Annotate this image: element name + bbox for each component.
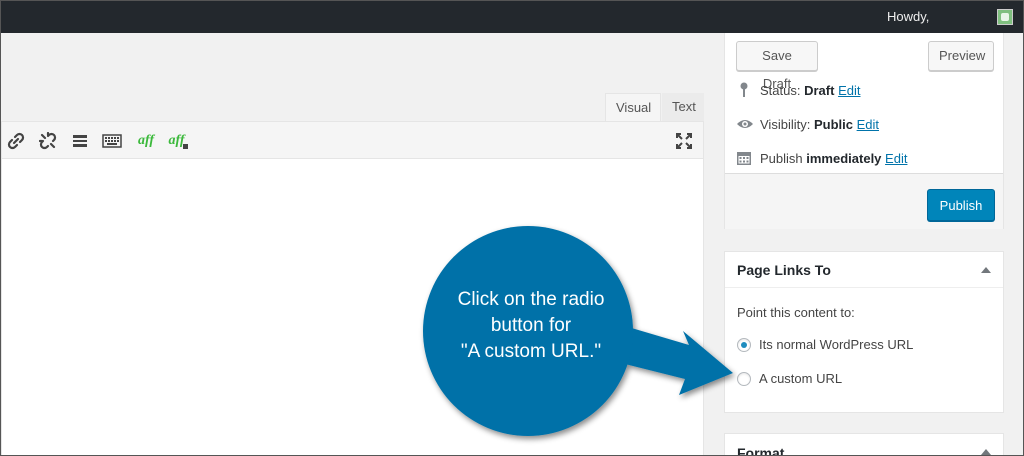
callout-line-3: "A custom URL." bbox=[460, 341, 602, 362]
wordpress-editor-screen: Howdy, Visual Text aff aff Save Draft Pr… bbox=[0, 0, 1024, 456]
callout-annotation bbox=[423, 226, 733, 436]
callout-line-2: button for bbox=[490, 315, 572, 336]
callout-text: Click on the radio button for "A custom … bbox=[431, 287, 631, 365]
callout-line-1: Click on the radio bbox=[457, 289, 605, 310]
